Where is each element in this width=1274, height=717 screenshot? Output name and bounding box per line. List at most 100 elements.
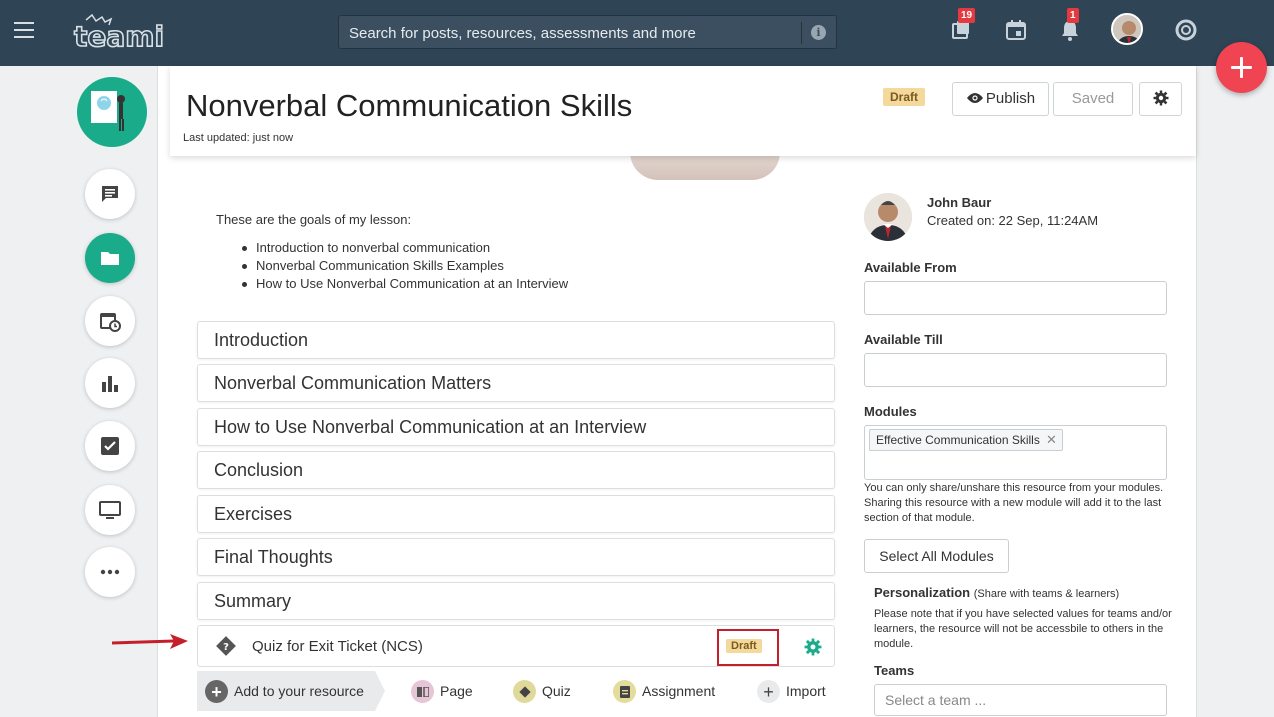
available-from-input[interactable] bbox=[864, 281, 1167, 315]
goal-item: Nonverbal Communication Skills Examples bbox=[241, 258, 568, 276]
library-badge: 19 bbox=[958, 8, 976, 23]
assignment-icon[interactable] bbox=[613, 680, 636, 703]
section-conclusion[interactable]: Conclusion bbox=[197, 451, 835, 489]
menu-icon[interactable] bbox=[14, 22, 34, 38]
help-icon[interactable] bbox=[1174, 18, 1198, 42]
section-summary[interactable]: Summary bbox=[197, 582, 835, 620]
chat-icon bbox=[102, 186, 118, 202]
library-icon[interactable]: 19 bbox=[949, 8, 976, 42]
calendar-clock-icon bbox=[100, 313, 121, 332]
add-to-resource-bar: + Add to your resource Page Quiz Assignm… bbox=[197, 671, 835, 711]
posts-button[interactable] bbox=[85, 169, 135, 219]
svg-text:?: ? bbox=[223, 642, 229, 653]
section-title: Introduction bbox=[214, 330, 309, 350]
section-title: Final Thoughts bbox=[214, 547, 333, 567]
analytics-button[interactable] bbox=[85, 358, 135, 408]
saved-button[interactable]: Saved bbox=[1053, 82, 1133, 116]
goals-list: Introduction to nonverbal communication … bbox=[241, 240, 568, 294]
calendar-icon[interactable] bbox=[1004, 18, 1028, 42]
add-quiz-button[interactable]: Quiz bbox=[542, 683, 571, 699]
section-nonverbal-matters[interactable]: Nonverbal Communication Matters bbox=[197, 364, 835, 402]
add-page-button[interactable]: Page bbox=[440, 683, 473, 699]
personalization-heading: Personalization (Share with teams & lear… bbox=[874, 585, 1119, 600]
monitor-icon bbox=[99, 501, 121, 519]
eye-icon bbox=[966, 93, 983, 103]
import-button[interactable]: Import bbox=[786, 683, 826, 699]
teams-label: Teams bbox=[874, 663, 915, 678]
bell-icon[interactable]: 1 bbox=[1058, 8, 1082, 42]
modules-input[interactable]: Effective Communication Skills ✕ bbox=[864, 425, 1167, 480]
resource-header: Nonverbal Communication Skills Last upda… bbox=[170, 66, 1196, 156]
add-to-resource-label: Add to your resource bbox=[234, 683, 364, 699]
teams-select[interactable]: Select a team ... bbox=[874, 684, 1167, 716]
resources-button[interactable] bbox=[85, 233, 135, 283]
assessments-button[interactable] bbox=[85, 421, 135, 471]
section-interview[interactable]: How to Use Nonverbal Communication at an… bbox=[197, 408, 835, 446]
available-till-label: Available Till bbox=[864, 332, 943, 347]
remove-chip-icon[interactable]: ✕ bbox=[1046, 430, 1057, 450]
quiz-status-badge: Draft bbox=[726, 639, 762, 653]
personalization-title: Personalization bbox=[874, 585, 971, 600]
quiz-settings-gear-icon[interactable] bbox=[804, 638, 822, 656]
section-title: Summary bbox=[214, 591, 292, 611]
publish-button[interactable]: Publish bbox=[952, 82, 1049, 116]
personalization-note: Please note that if you have selected va… bbox=[874, 608, 1172, 650]
search-bar[interactable]: Search for posts, resources, assessments… bbox=[338, 15, 837, 49]
goal-item: Introduction to nonverbal communication bbox=[241, 240, 568, 258]
checkbox-icon bbox=[101, 437, 119, 455]
section-exercises[interactable]: Exercises bbox=[197, 495, 835, 533]
section-title: Nonverbal Communication Matters bbox=[214, 373, 492, 393]
goal-item: How to Use Nonverbal Communication at an… bbox=[241, 276, 568, 294]
author-name: John Baur bbox=[927, 195, 992, 210]
schedule-button[interactable] bbox=[85, 296, 135, 346]
top-bar: teamie Search for posts, resources, asse… bbox=[0, 0, 1274, 66]
modules-label: Modules bbox=[864, 404, 917, 419]
section-introduction[interactable]: Introduction bbox=[197, 321, 835, 359]
quiz-add-icon[interactable] bbox=[513, 680, 536, 703]
section-title: Conclusion bbox=[214, 460, 304, 480]
hero-image bbox=[630, 152, 780, 180]
more-button[interactable] bbox=[85, 547, 135, 597]
created-date: Created on: 22 Sep, 11:24AM bbox=[927, 213, 1099, 228]
page-title: Nonverbal Communication Skills bbox=[186, 88, 633, 123]
add-to-resource-button[interactable]: + Add to your resource bbox=[197, 671, 385, 711]
teamie-logo[interactable]: teamie bbox=[72, 12, 164, 52]
module-chip-label: Effective Communication Skills bbox=[876, 433, 1040, 447]
folder-icon bbox=[101, 252, 119, 265]
quiz-title: Quiz for Exit Ticket (NCS) bbox=[252, 638, 423, 655]
available-till-input[interactable] bbox=[864, 353, 1167, 387]
create-fab-button[interactable] bbox=[1216, 42, 1267, 93]
import-plus-icon[interactable]: + bbox=[757, 680, 780, 703]
settings-button[interactable] bbox=[1139, 82, 1182, 116]
modules-note: You can only share/unshare this resource… bbox=[864, 482, 1164, 524]
quiz-item[interactable]: ? Quiz for Exit Ticket (NCS) Draft bbox=[197, 625, 835, 667]
svg-text:teamie: teamie bbox=[74, 20, 164, 52]
add-assignment-button[interactable]: Assignment bbox=[642, 683, 715, 699]
presentation-button[interactable] bbox=[85, 485, 135, 535]
info-icon[interactable]: i bbox=[811, 25, 826, 40]
classroom-logo[interactable] bbox=[77, 77, 147, 147]
last-updated: Last updated: just now bbox=[183, 132, 294, 144]
section-title: How to Use Nonverbal Communication at an… bbox=[214, 417, 647, 437]
publish-label: Publish bbox=[985, 90, 1036, 107]
author-avatar bbox=[864, 193, 912, 241]
status-badge: Draft bbox=[883, 88, 926, 106]
goals-intro: These are the goals of my lesson: bbox=[216, 212, 412, 227]
available-from-label: Available From bbox=[864, 260, 957, 275]
search-input[interactable]: Search for posts, resources, assessments… bbox=[349, 25, 696, 42]
select-all-modules-button[interactable]: Select All Modules bbox=[864, 539, 1009, 573]
more-icon bbox=[100, 569, 120, 575]
gear-icon bbox=[1153, 90, 1168, 106]
annotation-arrow-icon bbox=[111, 634, 188, 649]
plus-icon: + bbox=[205, 680, 228, 703]
bar-chart-icon bbox=[102, 376, 118, 392]
section-title: Exercises bbox=[214, 504, 293, 524]
section-final-thoughts[interactable]: Final Thoughts bbox=[197, 538, 835, 576]
user-avatar[interactable] bbox=[1111, 13, 1143, 45]
page-icon[interactable] bbox=[411, 680, 434, 703]
highlight-box: Draft bbox=[717, 629, 779, 666]
search-divider bbox=[801, 22, 802, 44]
personalization-subtitle: (Share with teams & learners) bbox=[973, 588, 1120, 600]
notifications-badge: 1 bbox=[1067, 8, 1079, 23]
quiz-icon: ? bbox=[216, 636, 236, 656]
